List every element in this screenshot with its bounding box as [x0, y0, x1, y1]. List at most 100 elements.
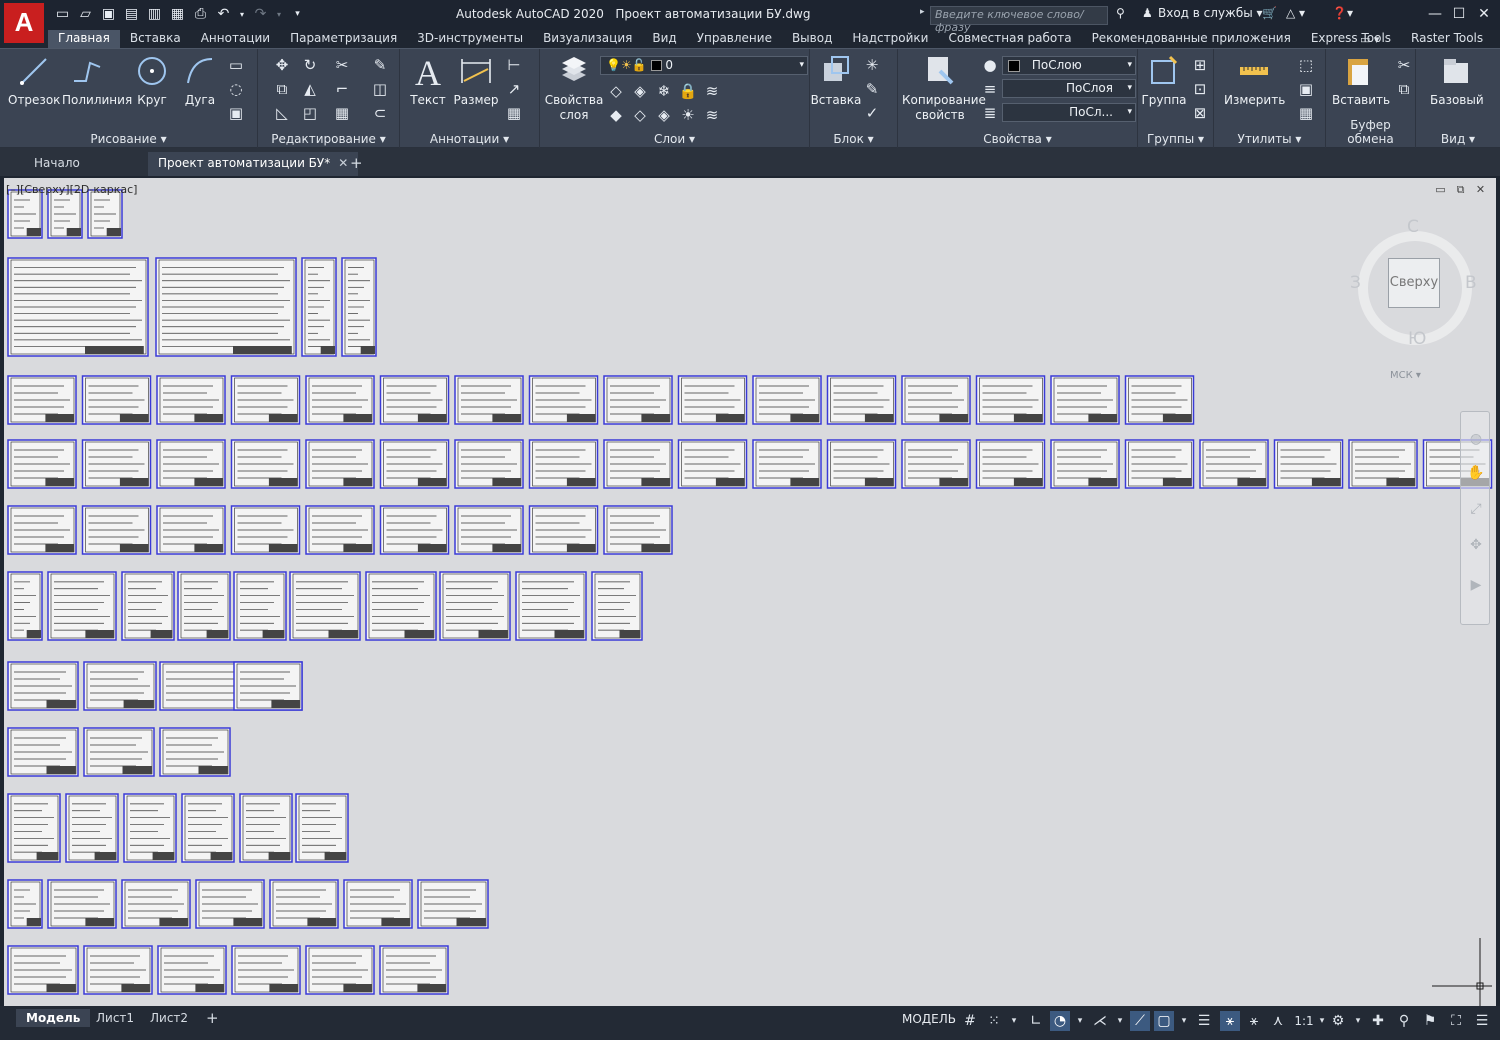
drawing-sheet[interactable]	[1199, 439, 1269, 489]
drawing-sheet[interactable]	[83, 945, 153, 995]
drawing-sheet[interactable]	[677, 439, 748, 489]
plot-preview-icon[interactable]: ▦	[169, 6, 186, 23]
ribbon-tab[interactable]: Raster Tools	[1401, 30, 1493, 48]
drawing-sheet[interactable]	[975, 439, 1046, 489]
model-space-toggle[interactable]: МОДЕЛЬ	[902, 1012, 956, 1026]
drawing-sheet[interactable]	[81, 375, 152, 425]
grid-icon[interactable]: #	[960, 1011, 980, 1031]
move-icon[interactable]: ✥	[272, 55, 292, 75]
drawing-sheet[interactable]	[603, 505, 673, 555]
layer-freeze-icon[interactable]: ❄	[654, 81, 674, 101]
layer-unisolate-icon[interactable]: ◈	[654, 105, 674, 125]
rectangle-icon[interactable]: ▭	[226, 55, 246, 75]
polar-tracking-icon[interactable]: ◔	[1050, 1011, 1070, 1031]
ribbon-tab[interactable]: Визуализация	[533, 30, 642, 48]
new-icon[interactable]: ▭	[54, 6, 71, 23]
group-select-icon[interactable]: ⊠	[1190, 103, 1210, 123]
ribbon-tab[interactable]: Рекомендованные приложения	[1082, 30, 1301, 48]
maximize-icon[interactable]: ☐	[1448, 4, 1470, 24]
drawing-sheet[interactable]	[975, 375, 1046, 425]
viewport-restore-icon[interactable]: ⧉	[1454, 184, 1467, 196]
erase-icon[interactable]: ✎	[370, 55, 390, 75]
drawing-sheet[interactable]	[7, 945, 79, 995]
signin-button[interactable]: Вход в службы ▾	[1158, 6, 1263, 20]
drawing-sheet[interactable]	[379, 505, 450, 555]
trim-icon[interactable]: ✂	[332, 55, 352, 75]
copy-clip-icon[interactable]: ⧉	[1394, 79, 1414, 99]
ribbon-tab[interactable]: Вставка	[120, 30, 191, 48]
object-snap-tracking-icon[interactable]: ⟋	[1130, 1011, 1150, 1031]
drawing-sheet[interactable]	[7, 879, 43, 929]
drawing-sheet[interactable]	[233, 661, 303, 711]
drawing-sheet[interactable]	[379, 375, 450, 425]
redo-icon[interactable]: ↷	[252, 6, 269, 23]
drawing-sheet[interactable]	[7, 189, 43, 239]
drawing-sheet[interactable]	[239, 793, 293, 863]
drawing-sheet[interactable]	[454, 439, 524, 489]
clean-screen-icon[interactable]: ⛶	[1446, 1011, 1466, 1031]
osnap-dropdown-icon[interactable]: ▾	[1174, 1011, 1194, 1031]
group-edit-icon[interactable]: ⊡	[1190, 79, 1210, 99]
stretch-icon[interactable]: ◺	[272, 103, 292, 123]
drawing-sheet[interactable]	[269, 879, 339, 929]
isolate-objects-icon[interactable]: ⚲	[1394, 1011, 1414, 1031]
layout-tab-sheet2[interactable]: Лист2	[140, 1009, 198, 1027]
insert-block-button[interactable]: Вставка	[810, 53, 862, 108]
drawing-sheet[interactable]	[528, 439, 599, 489]
drawing-sheet[interactable]	[121, 879, 191, 929]
drawing-sheet[interactable]	[65, 793, 119, 863]
drawing-sheet[interactable]	[155, 257, 297, 357]
color-dropdown[interactable]: ПоСлою ▾	[1002, 56, 1136, 75]
drawing-sheet[interactable]	[1050, 375, 1120, 425]
add-layout-button[interactable]: +	[196, 1009, 229, 1027]
drawing-sheet[interactable]	[1124, 439, 1195, 489]
compass-south[interactable]: Ю	[1408, 329, 1426, 349]
leader-icon[interactable]: ↗	[504, 79, 524, 99]
gradient-icon[interactable]: ▣	[226, 103, 246, 123]
select-all-icon[interactable]: ⬚	[1296, 55, 1316, 75]
viewport-controls-label[interactable]: [–][Сверху][2D-каркас]	[6, 183, 137, 196]
drawing-sheet[interactable]	[87, 189, 123, 239]
drawing-sheet[interactable]	[826, 439, 897, 489]
drawing-sheet[interactable]	[289, 571, 361, 641]
layer-make-current-icon[interactable]: ◆	[606, 105, 626, 125]
drawing-sheet[interactable]	[7, 727, 79, 777]
ribbon-tab[interactable]: Управление	[687, 30, 782, 48]
lineweight-display-icon[interactable]: ☰	[1194, 1011, 1214, 1031]
drawing-sheet[interactable]	[1124, 375, 1195, 425]
ribbon-tab[interactable]: Параметризация	[280, 30, 407, 48]
drawing-sheet[interactable]	[365, 571, 437, 641]
drawing-sheet[interactable]	[230, 439, 301, 489]
drawing-sheet[interactable]	[47, 571, 117, 641]
print-icon[interactable]: ⎙	[192, 6, 209, 23]
gear-icon[interactable]: ⚙	[1328, 1011, 1348, 1031]
open-icon[interactable]: ▱	[77, 6, 94, 23]
drawing-sheet[interactable]	[591, 571, 643, 641]
drawing-sheet[interactable]	[1348, 439, 1418, 489]
panel-modify-title[interactable]: Редактирование ▾	[258, 132, 399, 146]
panel-properties-title[interactable]: Свойства ▾	[898, 132, 1137, 146]
drawing-sheet[interactable]	[305, 439, 375, 489]
layer-properties-button[interactable]: Свойства слоя	[544, 53, 604, 123]
copy-icon[interactable]: ⧉	[272, 79, 292, 99]
orbit-icon[interactable]: ✥	[1467, 536, 1485, 554]
drawing-sheet[interactable]	[301, 257, 337, 357]
layer-lock-icon[interactable]: 🔒	[678, 81, 698, 101]
lineweight-dropdown[interactable]: ПоСл... ▾	[1002, 103, 1136, 122]
drawing-sheet[interactable]	[7, 439, 77, 489]
drawing-sheet[interactable]	[1273, 439, 1344, 489]
ribbon-tab[interactable]: 3D-инструменты	[407, 30, 533, 48]
application-menu-button[interactable]: A	[4, 3, 44, 43]
undo-dropdown-icon[interactable]: ▾	[238, 6, 246, 23]
workspace-dropdown-icon[interactable]: ▾	[1348, 1011, 1368, 1031]
panel-view-title[interactable]: Вид ▾	[1416, 132, 1500, 146]
drawing-sheet[interactable]	[7, 505, 77, 555]
base-view-button[interactable]: Базовый	[1430, 53, 1484, 108]
drawing-sheet[interactable]	[7, 571, 43, 641]
panel-block-title[interactable]: Блок ▾	[810, 132, 897, 146]
drawing-sheet[interactable]	[603, 375, 673, 425]
drawing-sheet[interactable]	[231, 945, 301, 995]
layout-tab-model[interactable]: Модель	[16, 1009, 91, 1027]
drawing-sheet[interactable]	[7, 661, 79, 711]
drawing-sheet[interactable]	[7, 375, 77, 425]
